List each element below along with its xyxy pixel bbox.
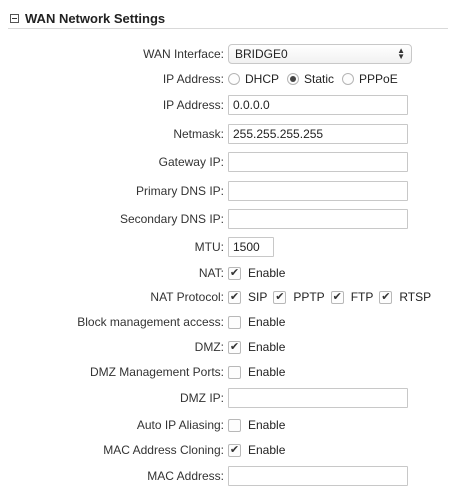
mac-address-label: MAC Address: (147, 469, 224, 483)
block-mgmt-row: Block management access: Enable (0, 310, 460, 334)
static-label: Static (304, 72, 335, 86)
dmz-enable-label: Enable (248, 340, 286, 354)
mac-address-row: MAC Address: (0, 464, 460, 488)
auto-ip-aliasing-label: Auto IP Aliasing: (136, 418, 224, 432)
nat-protocol-label: NAT Protocol: (150, 290, 224, 304)
mac-cloning-checkbox[interactable]: ✔ (228, 443, 241, 457)
gateway-ip-input[interactable] (228, 152, 408, 172)
mtu-row: MTU: (0, 235, 460, 259)
dmz-label: DMZ: (194, 340, 224, 354)
gateway-ip-label: Gateway IP: (158, 155, 224, 169)
section-header: WAN Network Settings (8, 8, 448, 29)
rtsp-label: RTSP (399, 290, 432, 304)
auto-ip-aliasing-checkbox[interactable] (228, 418, 241, 432)
pppoe-label: PPPoE (359, 72, 398, 86)
mac-cloning-row: MAC Address Cloning: ✔ Enable (0, 438, 460, 462)
secondary-dns-row: Secondary DNS IP: (0, 207, 460, 231)
mac-address-input[interactable] (228, 466, 408, 486)
block-mgmt-checkbox[interactable] (228, 315, 241, 329)
wan-interface-row: WAN Interface: BRIDGE0 ▲ ▼ (0, 42, 460, 66)
primary-dns-input[interactable] (228, 181, 408, 201)
pptp-checkbox[interactable]: ✔ (273, 290, 287, 304)
primary-dns-label: Primary DNS IP: (135, 184, 224, 198)
dhcp-label: DHCP (245, 72, 280, 86)
dmz-mgmt-ports-label: DMZ Management Ports: (89, 365, 224, 379)
gateway-row: Gateway IP: (0, 150, 460, 174)
nat-enable-label: Enable (248, 266, 286, 280)
block-mgmt-enable-label: Enable (248, 315, 286, 329)
ip-mode-row: IP Address: DHCP Static PPPoE (0, 67, 460, 91)
mac-cloning-label: MAC Address Cloning: (103, 443, 224, 457)
netmask-label: Netmask: (173, 127, 224, 141)
netmask-input[interactable] (228, 124, 408, 144)
section-title: WAN Network Settings (25, 10, 166, 26)
dmz-row: DMZ: ✔ Enable (0, 335, 460, 359)
secondary-dns-label: Secondary DNS IP: (119, 212, 224, 226)
mac-cloning-enable-label: Enable (248, 443, 286, 457)
dmz-checkbox[interactable]: ✔ (228, 340, 241, 354)
sip-checkbox[interactable]: ✔ (228, 290, 241, 304)
auto-ip-aliasing-row: Auto IP Aliasing: Enable (0, 413, 460, 437)
collapse-icon[interactable] (10, 13, 19, 23)
ip-mode-label: IP Address: (162, 72, 224, 86)
mtu-input[interactable] (228, 237, 274, 257)
select-arrows-icon: ▲ ▼ (397, 46, 405, 61)
ip-address-row: IP Address: (0, 93, 460, 117)
netmask-row: Netmask: (0, 122, 460, 146)
wan-interface-value: BRIDGE0 (235, 47, 288, 61)
nat-checkbox[interactable]: ✔ (228, 266, 241, 280)
dmz-mgmt-ports-checkbox[interactable] (228, 365, 241, 379)
pptp-label: PPTP (293, 290, 325, 304)
mtu-label: MTU: (194, 240, 224, 254)
dhcp-radio[interactable] (228, 73, 240, 85)
block-mgmt-label: Block management access: (77, 315, 224, 329)
ftp-checkbox[interactable]: ✔ (330, 290, 344, 304)
secondary-dns-input[interactable] (228, 209, 408, 229)
wan-interface-select[interactable]: BRIDGE0 ▲ ▼ (228, 44, 412, 64)
nat-protocol-row: NAT Protocol: ✔ SIP ✔ PPTP ✔ FTP ✔ RTSP (0, 285, 460, 309)
nat-label: NAT: (198, 266, 224, 280)
dmz-ip-row: DMZ IP: (0, 386, 460, 410)
ip-address-label: IP Address: (162, 98, 224, 112)
dmz-ip-input[interactable] (228, 388, 408, 408)
dmz-ip-label: DMZ IP: (180, 391, 224, 405)
dmz-mgmt-ports-enable-label: Enable (248, 365, 286, 379)
dmz-mgmt-ports-row: DMZ Management Ports: Enable (0, 360, 460, 384)
pppoe-radio[interactable] (342, 73, 355, 85)
primary-dns-row: Primary DNS IP: (0, 179, 460, 203)
wan-interface-label: WAN Interface: (143, 47, 224, 61)
ftp-label: FTP (350, 290, 374, 304)
nat-row: NAT: ✔ Enable (0, 261, 460, 285)
ip-address-input[interactable] (228, 95, 408, 115)
auto-ip-aliasing-enable-label: Enable (248, 418, 286, 432)
rtsp-checkbox[interactable]: ✔ (379, 290, 393, 304)
sip-label: SIP (248, 290, 268, 304)
static-radio[interactable] (287, 73, 300, 85)
